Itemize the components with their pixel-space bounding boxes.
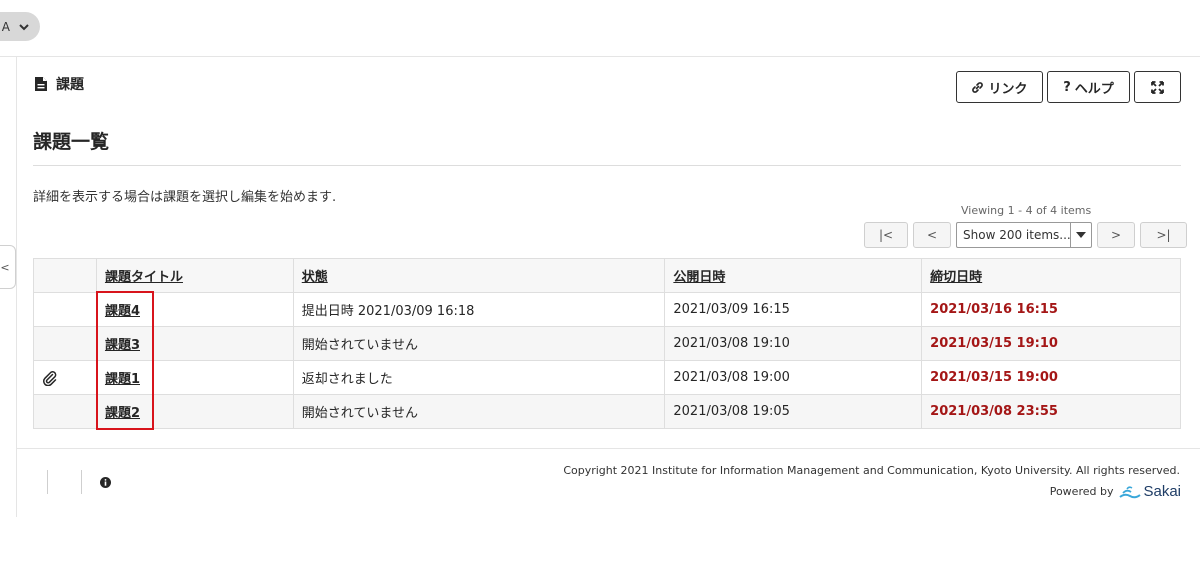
top-bar: A: [0, 0, 1200, 57]
document-icon: [35, 77, 47, 91]
table-row: 課題3 開始されていません 2021/03/08 19:10 2021/03/1…: [33, 326, 1181, 361]
header-buttons: リンク ? ヘルプ: [956, 71, 1181, 103]
highlight-annotation-box: [96, 291, 154, 430]
open-date-cell: 2021/03/08 19:10: [664, 326, 923, 361]
next-page-button[interactable]: >: [1097, 222, 1135, 248]
pager: |< < Show 200 items... > >|: [864, 222, 1187, 248]
page-title: 課題一覧: [33, 131, 110, 153]
open-date-cell: 2021/03/08 19:05: [664, 394, 923, 429]
sidebar-collapse-handle[interactable]: <: [0, 245, 16, 289]
link-button-label: リンク: [988, 81, 1028, 97]
attachment-cell: [33, 360, 97, 395]
status-cell: 開始されていません: [292, 394, 666, 429]
title-sort-link[interactable]: 課題タイトル: [105, 270, 183, 285]
chevron-down-icon: [19, 23, 29, 30]
powered-by: Powered by Sakai: [1050, 483, 1181, 500]
due-date-cell: 2021/03/15 19:10: [921, 326, 1181, 361]
due-date-cell: 2021/03/15 19:00: [921, 360, 1181, 395]
attachment-cell: [33, 326, 97, 361]
table-row: 課題4 提出日時 2021/03/09 16:18 2021/03/09 16:…: [33, 292, 1181, 327]
dropdown-arrow-icon: [1070, 223, 1091, 247]
title-divider: [33, 165, 1181, 166]
title-column-header[interactable]: 課題タイトル: [95, 258, 294, 293]
last-page-button[interactable]: >|: [1140, 222, 1187, 248]
powered-by-label: Powered by: [1049, 485, 1114, 498]
page-size-value: Show 200 items...: [963, 228, 1071, 242]
due-date-cell: 2021/03/16 16:15: [921, 292, 1181, 327]
copyright-text: Copyright 2021 Institute for Information…: [563, 464, 1180, 477]
open-date-cell: 2021/03/09 16:15: [664, 292, 923, 327]
status-cell: 返却されました: [292, 360, 666, 395]
footer-separator: [81, 470, 82, 494]
prev-page-button[interactable]: <: [913, 222, 951, 248]
status-cell: 提出日時 2021/03/09 16:18: [292, 292, 666, 327]
attachment-cell: [33, 394, 97, 429]
page-size-select[interactable]: Show 200 items...: [956, 222, 1092, 248]
attachment-column-header: [33, 258, 97, 293]
site-selector[interactable]: A: [0, 12, 40, 41]
tool-header: 課題: [34, 74, 84, 94]
open-date-column-header[interactable]: 公開日時: [664, 258, 923, 293]
sakai-brand-text: Sakai: [1143, 483, 1181, 500]
viewing-count: Viewing 1 - 4 of 4 items: [961, 204, 1092, 217]
link-button[interactable]: リンク: [956, 71, 1043, 103]
instructions-text: 詳細を表示する場合は課題を選択し編集を始めます.: [33, 190, 337, 205]
link-icon: [972, 81, 984, 93]
open-date-sort-link[interactable]: 公開日時: [673, 270, 725, 285]
open-date-cell: 2021/03/08 19:00: [664, 360, 923, 395]
fullscreen-button[interactable]: [1134, 71, 1181, 103]
due-date-cell: 2021/03/08 23:55: [921, 394, 1181, 429]
table-row: 課題1 返却されました 2021/03/08 19:00 2021/03/15 …: [33, 360, 1181, 395]
expand-icon: [1151, 80, 1164, 94]
help-button-label: ヘルプ: [1074, 81, 1114, 97]
paperclip-icon: [43, 370, 57, 386]
due-date-column-header[interactable]: 締切日時: [921, 258, 1181, 293]
sakai-logo[interactable]: Sakai: [1119, 483, 1181, 500]
table-header-row: 課題タイトル 状態 公開日時 締切日時: [33, 258, 1181, 293]
status-sort-link[interactable]: 状態: [302, 270, 328, 285]
status-column-header[interactable]: 状態: [292, 258, 666, 293]
table-row: 課題2 開始されていません 2021/03/08 19:05 2021/03/0…: [33, 394, 1181, 429]
assignments-table: 課題タイトル 状態 公開日時 締切日時 課題4 提出日時 2021/03/09 …: [33, 258, 1181, 429]
first-page-button[interactable]: |<: [864, 222, 908, 248]
footer-divider: [17, 448, 1200, 449]
sakai-wave-icon: [1119, 485, 1142, 498]
footer-separator: [47, 470, 48, 494]
due-date-sort-link[interactable]: 締切日時: [930, 270, 982, 285]
tool-title: 課題: [56, 77, 84, 93]
attachment-cell: [33, 292, 97, 327]
help-button[interactable]: ? ヘルプ: [1047, 71, 1130, 103]
site-selector-label: A: [1, 19, 10, 34]
collapse-chevron-icon: <: [0, 260, 10, 274]
status-cell: 開始されていません: [292, 326, 666, 361]
info-icon[interactable]: [100, 477, 111, 488]
help-icon: ?: [1063, 79, 1071, 95]
